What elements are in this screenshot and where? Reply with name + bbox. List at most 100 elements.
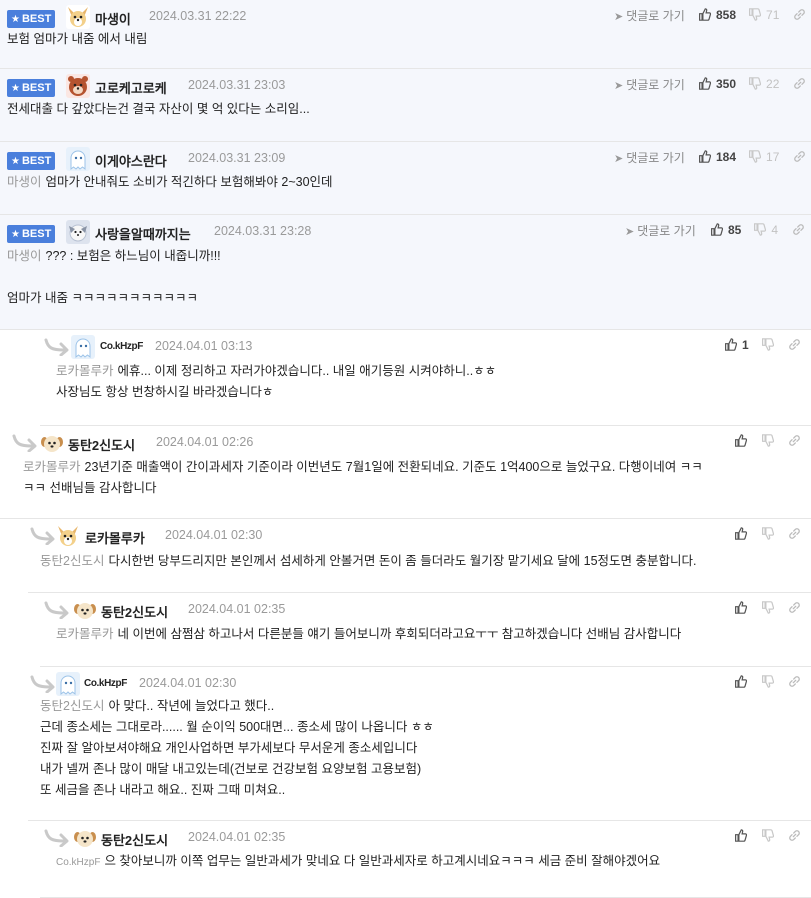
upvote-button[interactable]: 858 (698, 8, 736, 22)
goto-label: 댓글로 가기 (626, 151, 685, 165)
link-icon (792, 223, 805, 239)
ghost-avatar[interactable] (56, 672, 80, 696)
mention-nickname[interactable]: 로카몰루카 (23, 460, 81, 474)
comment-body: 로카몰루카 네 이번에 삼쩜삼 하고나서 다른분들 얘기 들어보니까 후회되더라고… (56, 624, 681, 645)
copy-link-button[interactable] (788, 675, 801, 689)
nickname[interactable]: 동탄2신도시 (101, 602, 168, 621)
nickname[interactable]: 로카몰루카 (85, 528, 145, 547)
downvote-button[interactable]: 17 (748, 150, 779, 164)
copy-link-button[interactable] (788, 829, 801, 843)
copy-link-button[interactable] (788, 601, 801, 615)
ghost-avatar[interactable] (71, 335, 95, 359)
comment-body: 전세대출 다 갚았다는건 결국 자산이 몇 억 있다는 소리임... (7, 99, 310, 120)
upvote-button[interactable] (734, 675, 748, 689)
downvote-button[interactable] (761, 434, 775, 448)
upvote-button[interactable]: 85 (710, 223, 741, 237)
downvote-button[interactable]: 22 (748, 77, 779, 91)
mention-nickname[interactable]: 동탄2신도시 (40, 554, 104, 568)
thumbs-up-icon (734, 601, 748, 617)
mention-nickname[interactable]: 동탄2신도시 (40, 699, 104, 713)
ghost-avatar[interactable] (66, 147, 90, 171)
upvote-button[interactable]: 184 (698, 150, 736, 164)
reply-arrow-icon (44, 601, 70, 620)
copy-link-button[interactable] (793, 77, 806, 91)
copy-link-button[interactable] (788, 434, 801, 448)
dog-face-avatar[interactable] (56, 524, 80, 548)
nickname[interactable]: 사랑을알때까지는 (95, 224, 191, 243)
comment-date: 2024.04.01 02:35 (188, 830, 286, 844)
downvote-button[interactable]: 4 (753, 223, 778, 237)
thumbs-up-icon (698, 150, 712, 166)
upvote-button[interactable]: 350 (698, 77, 736, 91)
mention-nickname[interactable]: 마생이 (7, 175, 42, 189)
navigate-arrow-icon: ➤ (614, 153, 624, 165)
reply-arrow-icon (44, 338, 70, 357)
upvote-button[interactable] (734, 601, 748, 617)
goto-comment-link[interactable]: ➤ 댓글로 가기 (614, 7, 685, 24)
reply-comment: 동탄2신도시 2024.04.01 02:35 Co.kHzpF 으 찾아보니까 이쪽… (40, 821, 811, 898)
comment-date: 2024.04.01 02:30 (139, 676, 237, 690)
dog-face-avatar[interactable] (66, 5, 90, 29)
comment-text: 아 맞다.. 작년에 늘었다고 했다.. (108, 699, 275, 713)
comment-line: 로카몰루카 네 이번에 삼쩜삼 하고나서 다른분들 얘기 들어보니까 후회되더라고… (56, 624, 681, 645)
goto-comment-link[interactable]: ➤ 댓글로 가기 (625, 222, 696, 239)
goto-comment-link[interactable]: ➤ 댓글로 가기 (614, 76, 685, 93)
nickname[interactable]: Co.kHzpF (84, 678, 127, 689)
downvote-button[interactable]: 71 (748, 8, 779, 22)
mention-nickname[interactable]: 로카몰루카 (56, 364, 114, 378)
thumbs-up-icon (734, 527, 748, 543)
nickname[interactable]: 동탄2신도시 (68, 435, 135, 454)
mention-nickname[interactable]: 로카몰루카 (56, 627, 114, 641)
comment-date: 2024.04.01 02:35 (188, 602, 286, 616)
nickname[interactable]: 동탄2신도시 (101, 830, 168, 849)
nickname[interactable]: 고로케고로케 (95, 78, 167, 97)
downvote-button[interactable] (761, 829, 775, 843)
comment-text: 에휴... 이제 정리하고 자러가야겠습니다.. 내일 애기등원 시켜야하니..… (117, 364, 497, 378)
puppy-avatar[interactable] (73, 826, 97, 850)
best-badge: ★ BEST (7, 152, 55, 170)
comment-body: 동탄2신도시 아 맞다.. 작년에 늘었다고 했다.. 근데 종소세는 그대로라..… (40, 696, 434, 801)
upvote-button[interactable] (734, 434, 748, 450)
comment-text: 또 세금을 존나 내라고 해요.. 진짜 그때 미쳐요.. (40, 783, 286, 797)
thumbs-up-icon (734, 434, 748, 450)
goto-comment-link[interactable]: ➤ 댓글로 가기 (614, 149, 685, 166)
downvote-button[interactable] (761, 601, 775, 617)
downvote-button[interactable] (761, 338, 774, 352)
comment-date: 2024.04.01 02:26 (156, 435, 254, 449)
upvote-button[interactable] (734, 829, 748, 845)
mention-nickname[interactable]: Co.kHzpF (56, 857, 100, 868)
best-label: BEST (21, 82, 52, 94)
downvote-count: 17 (766, 150, 780, 165)
comment-text: 으 찾아보니까 이쪽 업무는 일반과세가 맞네요 다 일반과세자로 하고계시네요… (104, 854, 661, 868)
downvote-button[interactable] (761, 675, 775, 691)
puppy-avatar[interactable] (40, 431, 64, 455)
nickname[interactable]: 마생이 (95, 9, 131, 28)
mention-nickname[interactable]: 마생이 (7, 249, 42, 263)
best-comment: ★ BEST 이게야스란다 2024.03.31 23:09 ➤ 댓글로 가기 184 17 마… (0, 142, 811, 215)
goto-label: 댓글로 가기 (626, 9, 685, 23)
upvote-button[interactable] (734, 527, 748, 543)
bear-avatar[interactable] (66, 74, 90, 98)
downvote-button[interactable] (761, 527, 775, 541)
copy-link-button[interactable] (788, 527, 801, 541)
snow-dog-avatar[interactable] (66, 220, 90, 244)
comment-text: 다시한번 당부드리지만 본인께서 섬세하게 안볼거면 돈이 좀 들더라도 월기장… (108, 554, 697, 568)
nickname[interactable]: 이게야스란다 (95, 151, 167, 170)
comment-body: Co.kHzpF 으 찾아보니까 이쪽 업무는 일반과세가 맞네요 다 일반과세자… (56, 851, 660, 872)
thumbs-down-icon (761, 675, 775, 691)
link-icon (793, 77, 806, 93)
comment-line: 내가 넬꺼 존나 많이 매달 내고있는데(건보로 건강보험 요양보험 고용보험) (40, 759, 434, 780)
thumbs-up-icon (734, 829, 748, 845)
copy-link-button[interactable] (793, 150, 806, 164)
best-comment: ★ BEST 사랑을알때까지는 2024.03.31 23:28 ➤ 댓글로 가기 85 4 마… (0, 215, 811, 330)
reply-arrow-icon (30, 675, 56, 694)
copy-link-button[interactable] (792, 223, 805, 237)
copy-link-button[interactable] (788, 338, 801, 352)
copy-link-button[interactable] (793, 8, 806, 22)
puppy-avatar[interactable] (73, 598, 97, 622)
nickname[interactable]: Co.kHzpF (100, 341, 143, 352)
upvote-button[interactable]: 1 (724, 338, 749, 352)
thumbs-down-icon (761, 601, 775, 617)
thumbs-down-icon (748, 77, 762, 93)
downvote-count: 71 (766, 8, 780, 23)
